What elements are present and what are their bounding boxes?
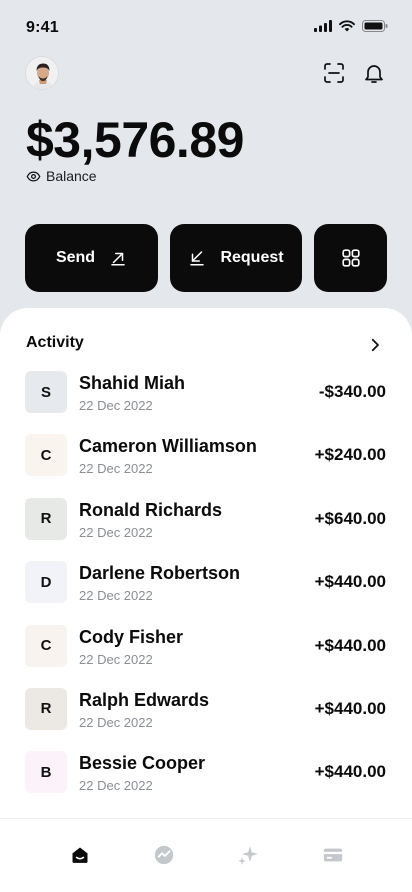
contact-name: Bessie Cooper [79,753,206,774]
contact-initial-badge: B [25,751,67,794]
contact-name: Cameron Williamson [79,436,257,457]
contact-name: Cody Fisher [79,626,184,647]
transaction-amount: +$240.00 [314,445,386,465]
tab-stats[interactable] [152,843,176,867]
activity-sheet: Activity S Shahid Miah 22 Dec 2022 -$340… [0,308,412,892]
contact-initial-badge: R [25,497,67,540]
send-label: Send [55,249,96,266]
transaction-amount: +$440.00 [314,572,386,592]
transaction-row[interactable]: C Cody Fisher 22 Dec 2022 +$440.00 [0,615,412,678]
tab-sparkle[interactable] [236,843,260,867]
transaction-list: S Shahid Miah 22 Dec 2022 -$340.00 C Cam… [0,361,412,805]
status-bar: 9:41 [0,0,412,52]
arrow-down-left-icon [190,251,205,266]
balance-label-row[interactable]: Balance [26,168,97,184]
battery-icon [362,20,388,32]
transaction-date: 22 Dec 2022 [79,778,153,794]
status-icons [314,20,388,32]
more-apps-button[interactable] [314,224,387,292]
avatar[interactable] [25,56,59,90]
send-button[interactable]: Send [25,224,158,292]
contact-initial-badge: C [25,624,67,667]
bell-icon[interactable] [360,59,388,87]
contact-initial-badge: C [25,434,67,477]
status-time: 9:41 [26,19,59,36]
contact-name: Shahid Miah [79,373,186,393]
balance-amount: $3,576.89 [26,112,244,168]
eye-icon [26,171,41,181]
transaction-amount: -$340.00 [318,382,386,401]
request-label: Request [220,249,284,266]
balance-label: Balance [46,168,97,184]
contact-initial-badge: S [25,371,67,413]
chevron-right-icon[interactable] [366,336,384,359]
transaction-amount: +$640.00 [314,508,386,528]
transaction-amount: +$440.00 [314,762,386,782]
contact-name: Ronald Richards [79,499,223,520]
contact-name: Ralph Edwards [79,689,210,710]
tab-home[interactable] [68,843,92,867]
scan-icon[interactable] [320,59,348,87]
arrow-up-right-icon [111,252,125,266]
profile-photo-icon [26,57,58,89]
request-button[interactable]: Request [170,224,302,292]
transaction-row[interactable]: C Cameron Williamson 22 Dec 2022 +$240.0… [0,424,412,487]
transaction-row[interactable]: R Ronald Richards 22 Dec 2022 +$640.00 [0,488,412,551]
transaction-date: 22 Dec 2022 [79,524,153,540]
transaction-row[interactable]: B Bessie Cooper 22 Dec 2022 +$440.00 [0,741,412,804]
grid-icon [341,249,360,267]
transaction-amount: +$440.00 [314,635,386,655]
transaction-amount: +$440.00 [314,698,386,718]
contact-initial-badge: R [25,687,67,730]
cellular-signal-icon [314,20,332,32]
transaction-row[interactable]: S Shahid Miah 22 Dec 2022 -$340.00 [0,361,412,424]
transaction-date: 22 Dec 2022 [79,398,153,413]
contact-name: Darlene Robertson [79,563,241,584]
card-icon [323,848,343,862]
transaction-date: 22 Dec 2022 [79,588,153,604]
activity-title: Activity [26,334,84,351]
tab-bar [0,818,412,892]
stats-icon [154,845,174,865]
transaction-row[interactable]: D Darlene Robertson 22 Dec 2022 +$440.00 [0,551,412,614]
transaction-date: 22 Dec 2022 [79,461,153,477]
transaction-date: 22 Dec 2022 [79,714,153,730]
contact-initial-badge: D [25,561,67,604]
home-icon [72,847,88,863]
tab-card[interactable] [321,843,345,867]
transaction-date: 22 Dec 2022 [79,651,153,667]
transaction-row[interactable]: R Ralph Edwards 22 Dec 2022 +$440.00 [0,678,412,741]
wifi-icon [339,20,355,32]
sparkle-icon [238,846,258,865]
